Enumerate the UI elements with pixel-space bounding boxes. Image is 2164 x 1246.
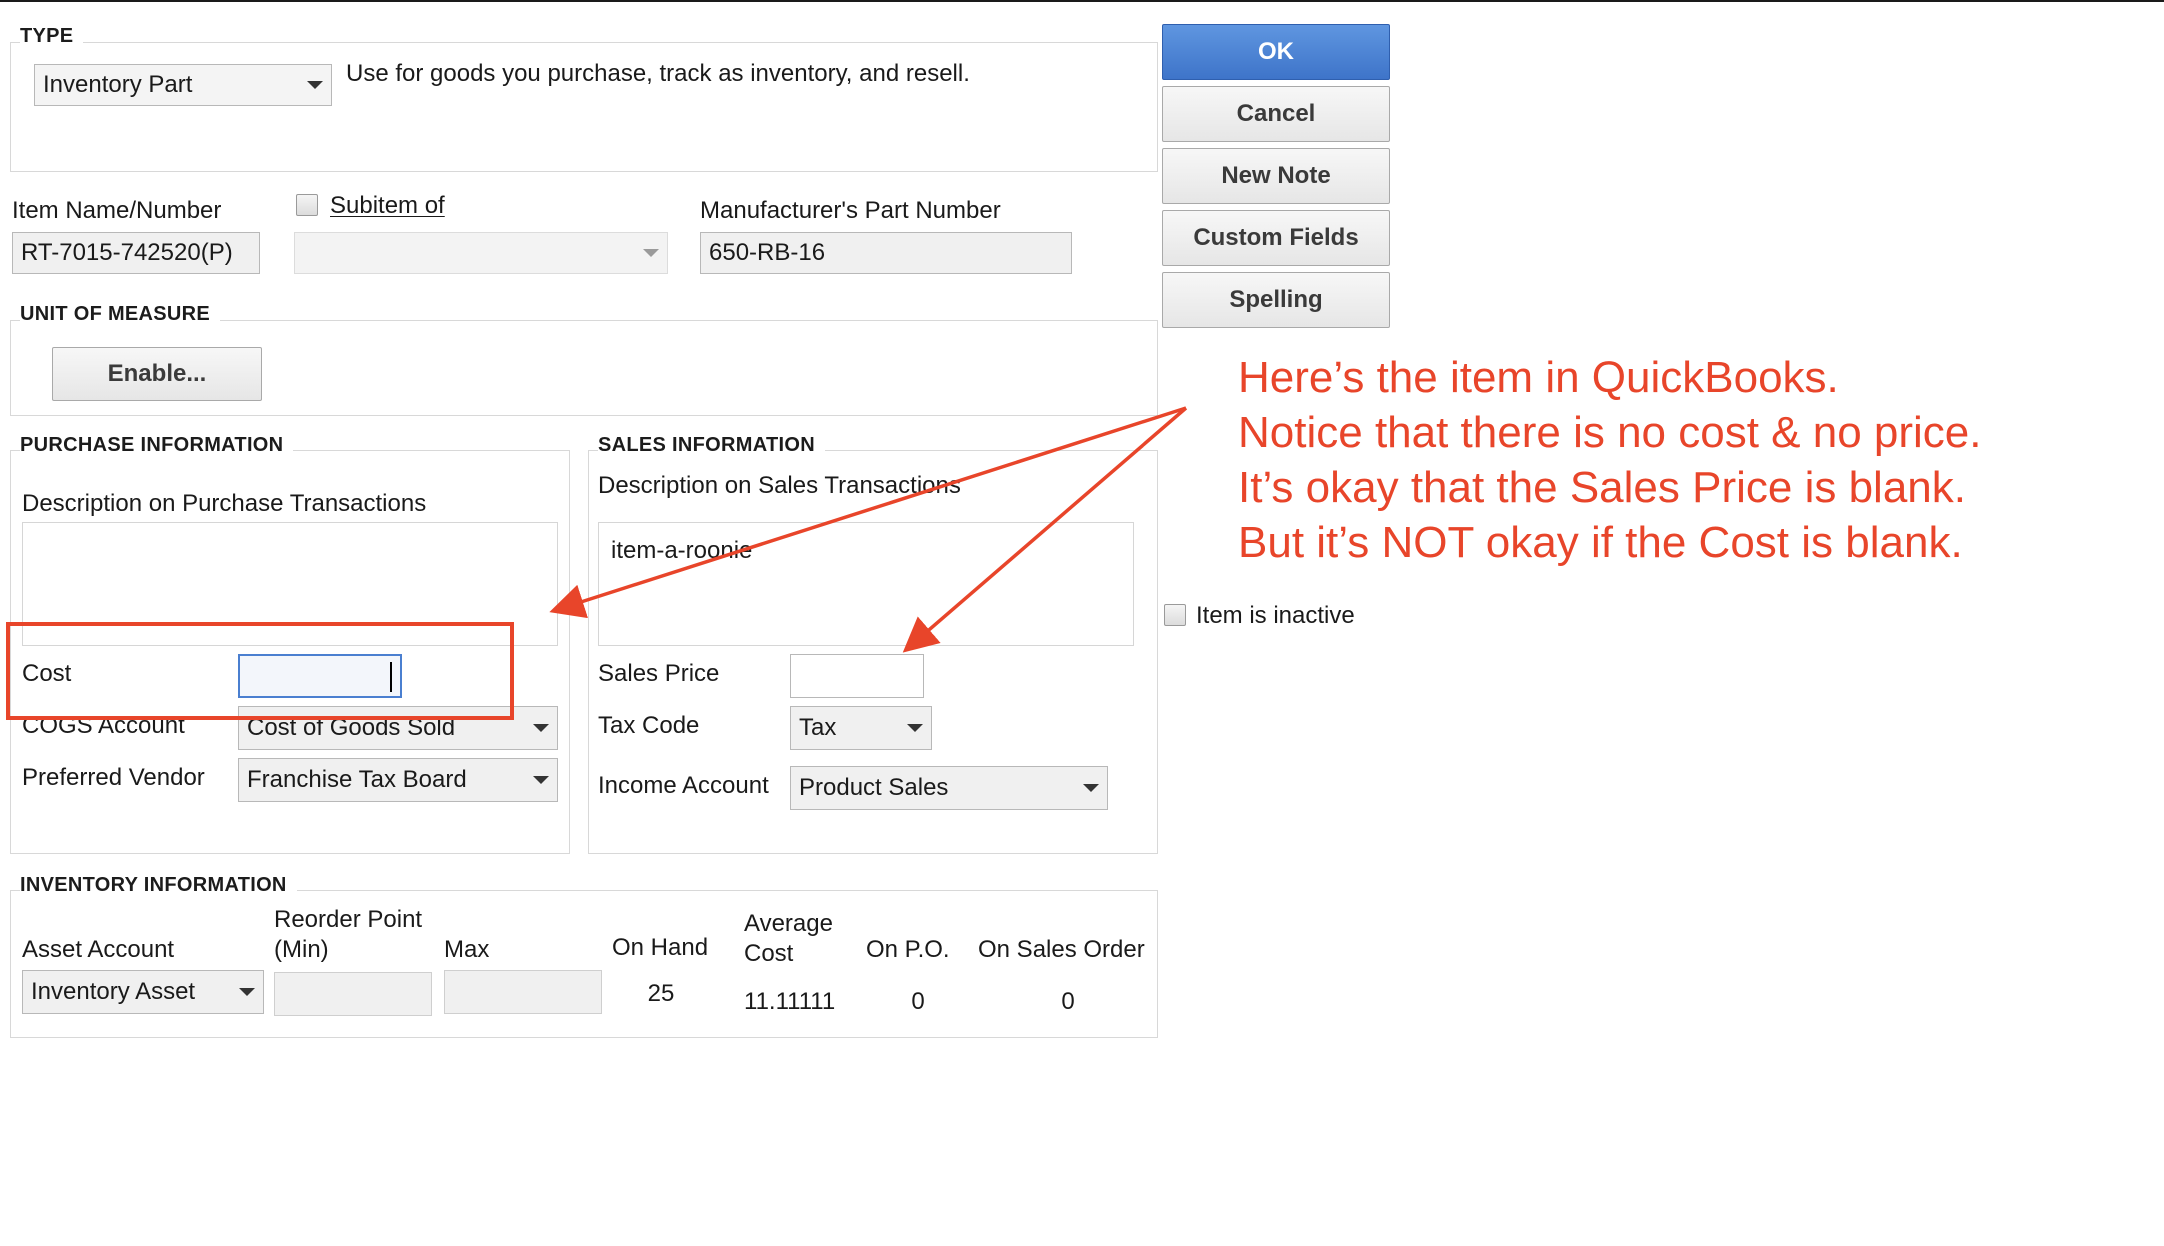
annotation-overlay	[6, 406, 1188, 720]
arrow-to-cost	[549, 406, 1187, 619]
cost-highlight-box	[6, 622, 514, 720]
arrow-to-sales-price	[902, 406, 1188, 653]
